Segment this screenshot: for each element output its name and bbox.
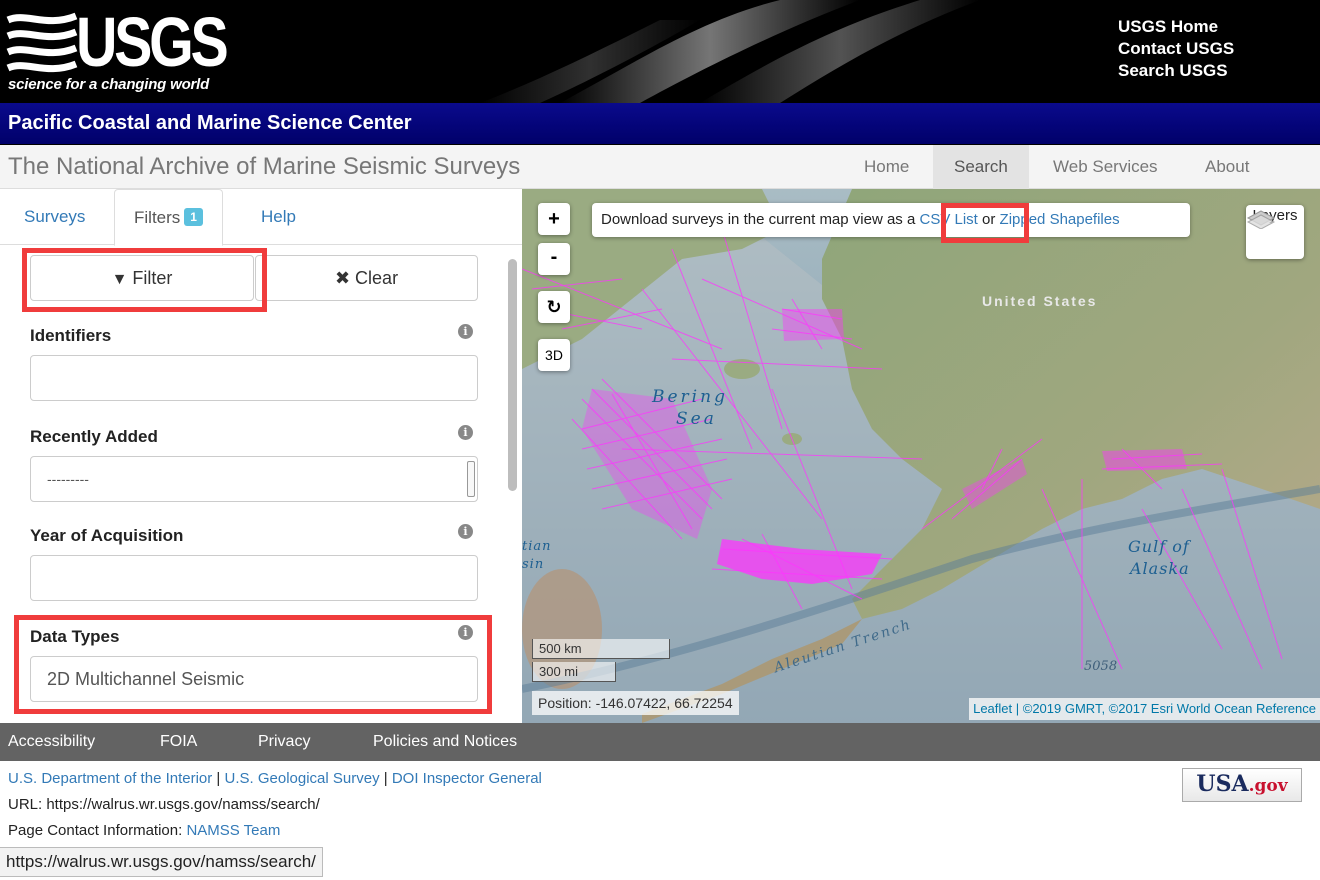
map-label-gulf: Gulf of <box>1128 537 1190 556</box>
footer-agency-line: U.S. Department of the Interior | U.S. G… <box>8 766 542 792</box>
map-label-alaska: Alaska <box>1130 559 1190 578</box>
nav-home[interactable]: Home <box>843 145 930 189</box>
namss-team-link[interactable]: NAMSS Team <box>186 822 280 839</box>
recently-added-select[interactable]: --------- <box>30 456 478 502</box>
clear-button-label: Clear <box>355 268 399 288</box>
nav-web-services[interactable]: Web Services <box>1032 145 1179 189</box>
data-types-label: Data Types <box>30 627 120 646</box>
center-name[interactable]: Pacific Coastal and Marine Science Cente… <box>8 112 412 135</box>
map-label-bering: Bering <box>652 387 728 407</box>
site-navbar: The National Archive of Marine Seismic S… <box>0 145 1320 189</box>
layers-button[interactable]: Layers <box>1246 205 1304 259</box>
contact-usgs-link[interactable]: Contact USGS <box>1118 38 1234 60</box>
year-label: Year of Acquisition <box>30 526 184 545</box>
usgs-home-link[interactable]: USGS Home <box>1118 16 1234 38</box>
identifiers-info-icon[interactable]: i <box>458 324 473 339</box>
panel-scrollbar[interactable] <box>508 259 517 491</box>
download-box: Download surveys in the current map view… <box>592 203 1190 237</box>
site-title[interactable]: The National Archive of Marine Seismic S… <box>8 153 520 181</box>
leaflet-link[interactable]: Leaflet <box>973 701 1012 716</box>
zipped-shapefiles-link[interactable]: Zipped Shapefiles <box>1000 211 1120 228</box>
map-label-depth: 5058 <box>1084 659 1118 674</box>
usgs-header: USGS science for a changing world USGS H… <box>0 0 1320 103</box>
attribution-text[interactable]: | ©2019 GMRT, ©2017 Esri World Ocean Ref… <box>1012 701 1316 716</box>
panel-tabs: Surveys Filters 1 Help <box>0 189 522 246</box>
footer-sep: | <box>212 770 225 787</box>
data-types-input[interactable]: 2D Multichannel Seismic <box>30 656 478 702</box>
year-info-icon[interactable]: i <box>458 524 473 539</box>
layers-icon <box>1246 210 1276 229</box>
cursor-position: Position: -146.07422, 66.72254 <box>532 691 739 715</box>
tab-filters-label: Filters <box>134 208 181 227</box>
data-types-info-icon[interactable]: i <box>458 625 473 640</box>
identifiers-label: Identifiers <box>30 326 112 345</box>
download-or: or <box>982 211 996 228</box>
recently-added-label: Recently Added <box>30 427 158 446</box>
scale-mi: 300 mi <box>532 662 616 682</box>
usagov-text-a: USA <box>1196 771 1249 797</box>
footer-contact: Page Contact Information: NAMSS Team <box>8 818 542 844</box>
tab-surveys[interactable]: Surveys <box>24 189 85 245</box>
recently-added-value: --------- <box>47 471 89 487</box>
header-links: USGS Home Contact USGS Search USGS <box>1118 16 1234 82</box>
scale-km: 500 km <box>532 639 670 659</box>
usgs-logo-icon[interactable] <box>6 10 78 76</box>
filter-button-label: Filter <box>132 268 173 288</box>
footer-url: URL: https://walrus.wr.usgs.gov/namss/se… <box>8 796 320 813</box>
download-text: Download surveys in the current map view… <box>601 211 916 228</box>
center-name-bar: Pacific Coastal and Marine Science Cente… <box>0 103 1320 145</box>
search-usgs-link[interactable]: Search USGS <box>1118 60 1234 82</box>
usgs-link[interactable]: U.S. Geological Survey <box>225 770 380 787</box>
refresh-icon[interactable]: ↻ <box>538 291 570 323</box>
filters-count-badge: 1 <box>184 208 203 226</box>
recently-added-info-icon[interactable]: i <box>458 425 473 440</box>
usgs-logo-text[interactable]: USGS <box>76 2 229 82</box>
footer-accessibility-link[interactable]: Accessibility <box>8 723 95 761</box>
map-attribution: Leaflet | ©2019 GMRT, ©2017 Esri World O… <box>969 698 1320 720</box>
footer-bar: Accessibility FOIA Privacy Policies and … <box>0 723 1320 761</box>
usagov-text-b: .gov <box>1248 776 1288 796</box>
footer-sep: | <box>379 770 392 787</box>
csv-list-link[interactable]: CSV List <box>919 211 977 228</box>
filter-button[interactable]: ▼ Filter <box>30 255 254 301</box>
doi-ig-link[interactable]: DOI Inspector General <box>392 770 542 787</box>
identifiers-input[interactable] <box>30 355 478 401</box>
footer-privacy-link[interactable]: Privacy <box>258 723 310 761</box>
tab-help[interactable]: Help <box>261 189 296 245</box>
filter-funnel-icon: ▼ <box>111 271 128 288</box>
map-label-united-states: United States <box>982 293 1098 309</box>
map-label-aleutian-basin-2: sin <box>522 557 545 572</box>
nav-about[interactable]: About <box>1184 145 1270 189</box>
year-input[interactable] <box>30 555 478 601</box>
tab-filters[interactable]: Filters 1 <box>114 189 223 246</box>
zoom-out-button[interactable]: - <box>538 243 570 275</box>
usagov-logo[interactable]: USA.gov <box>1182 768 1302 802</box>
nav-search[interactable]: Search <box>933 145 1029 189</box>
select-arrows-icon <box>467 461 475 497</box>
footer-policies-link[interactable]: Policies and Notices <box>373 723 517 761</box>
3d-button[interactable]: 3D <box>538 339 570 371</box>
footer-info: U.S. Department of the Interior | U.S. G… <box>8 766 542 844</box>
filter-panel: Surveys Filters 1 Help ▼ Filter ✖ Clear I… <box>0 189 522 723</box>
clear-x-icon: ✖ <box>334 268 351 288</box>
footer-contact-label: Page Contact Information: <box>8 822 187 839</box>
status-bar-url: https://walrus.wr.usgs.gov/namss/search/ <box>0 847 323 877</box>
map-label-aleutian-basin-1: tian <box>522 539 552 554</box>
clear-button[interactable]: ✖ Clear <box>255 255 478 301</box>
usgs-tagline: science for a changing world <box>8 76 210 93</box>
zoom-in-button[interactable]: + <box>538 203 570 235</box>
survey-map[interactable]: Bering Sea United States Gulf of Alaska … <box>522 189 1320 723</box>
map-label-sea: Sea <box>676 409 717 429</box>
doi-link[interactable]: U.S. Department of the Interior <box>8 770 212 787</box>
footer-foia-link[interactable]: FOIA <box>160 723 197 761</box>
